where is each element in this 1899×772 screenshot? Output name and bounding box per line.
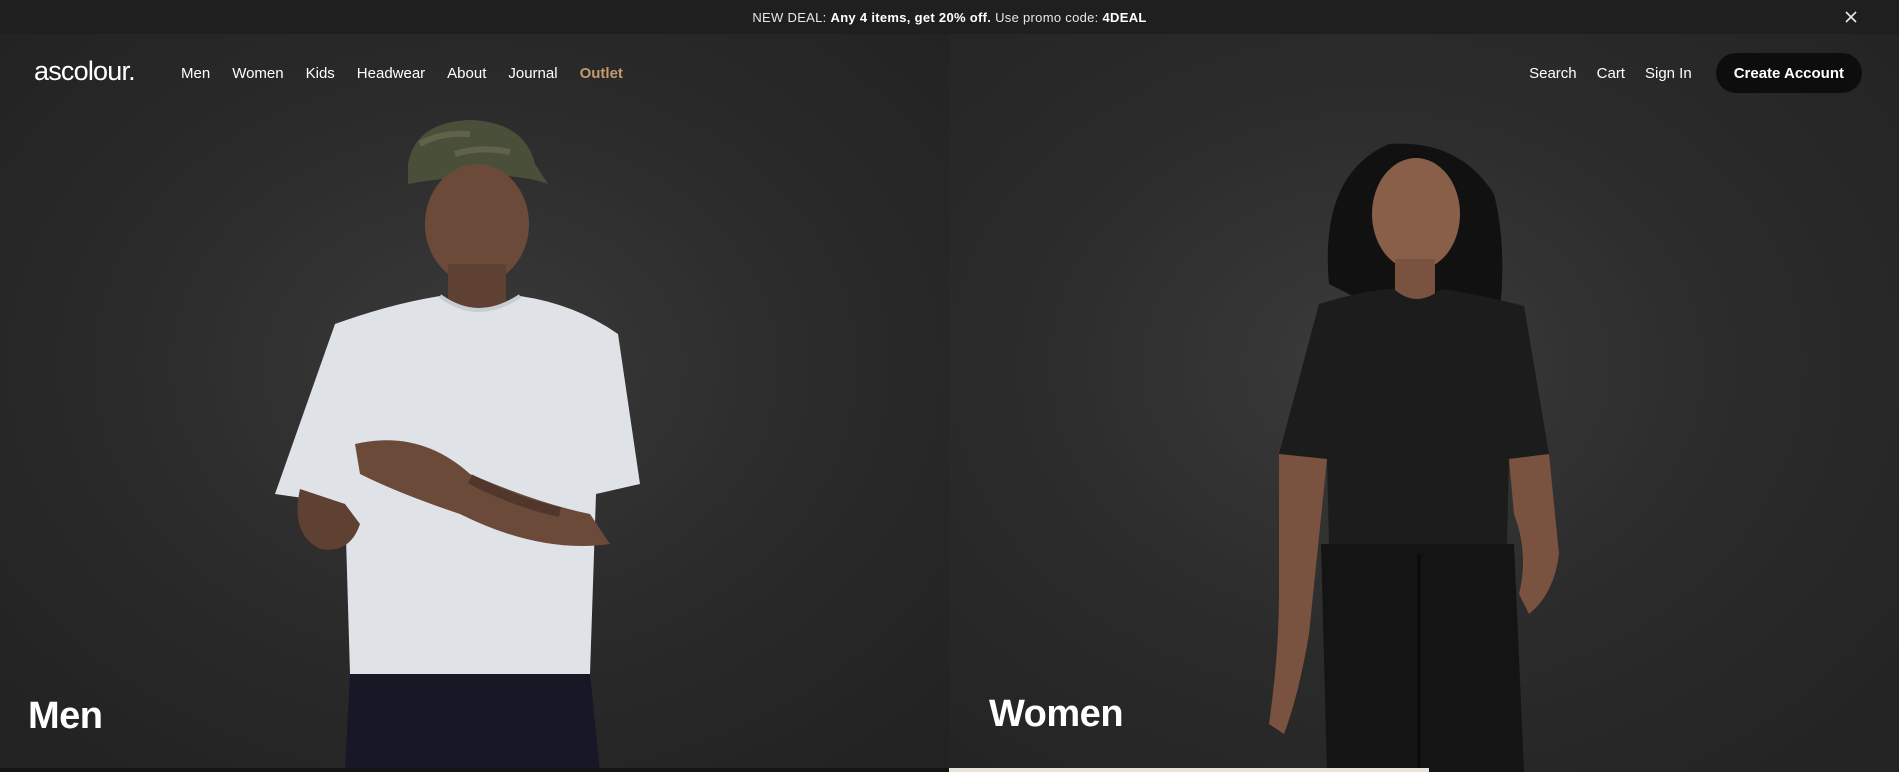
- promo-highlight: Any 4 items, get 20% off.: [830, 9, 992, 25]
- nav-link-women[interactable]: Women: [232, 65, 283, 82]
- men-strip: [0, 768, 949, 772]
- women-panel[interactable]: Women: [949, 34, 1899, 772]
- account-nav: Search Cart Sign In Create Account: [1529, 53, 1862, 93]
- women-strip: [949, 768, 1429, 772]
- men-model-image: [275, 120, 640, 772]
- hero-split: Men Women: [0, 34, 1899, 772]
- nav-link-men[interactable]: Men: [181, 65, 210, 82]
- nav-link-kids[interactable]: Kids: [306, 65, 335, 82]
- nav-link-journal[interactable]: Journal: [508, 65, 557, 82]
- nav-link-outlet[interactable]: Outlet: [580, 65, 623, 82]
- brand-logo[interactable]: ascolour.: [34, 56, 136, 87]
- promo-prefix: NEW DEAL:: [752, 9, 827, 25]
- create-account-button[interactable]: Create Account: [1715, 53, 1862, 93]
- nav-link-about[interactable]: About: [447, 65, 486, 82]
- women-category-title[interactable]: Women: [989, 693, 1124, 736]
- main-navigation: ascolour. Men Women Kids Headwear About …: [0, 34, 1899, 110]
- primary-nav-links: Men Women Kids Headwear About Journal Ou…: [181, 65, 645, 82]
- sign-in-link[interactable]: Sign In: [1645, 65, 1692, 82]
- promo-middle: Use promo code:: [995, 9, 1099, 25]
- promo-banner: NEW DEAL: Any 4 items, get 20% off. Use …: [0, 0, 1899, 34]
- search-link[interactable]: Search: [1529, 65, 1577, 82]
- women-model-image: [1269, 143, 1559, 772]
- men-panel[interactable]: Men: [0, 34, 949, 772]
- close-icon[interactable]: [1843, 9, 1859, 25]
- men-category-title[interactable]: Men: [28, 695, 103, 738]
- promo-code: 4DEAL: [1102, 9, 1147, 25]
- cart-link[interactable]: Cart: [1597, 65, 1625, 82]
- nav-link-headwear[interactable]: Headwear: [357, 65, 425, 82]
